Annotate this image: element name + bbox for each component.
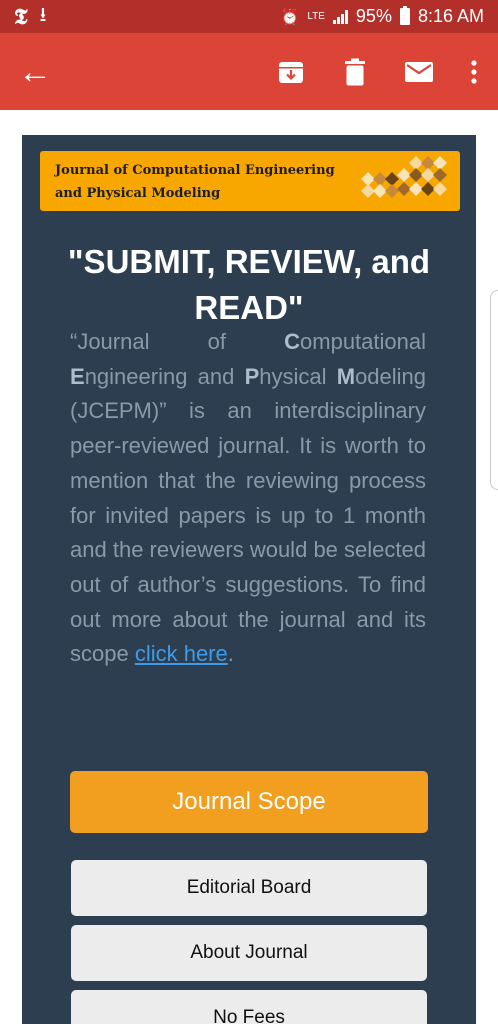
alarm-icon: ⏰ — [280, 8, 300, 26]
no-fees-button[interactable]: No Fees — [71, 990, 427, 1024]
clock: 8:16 AM — [417, 6, 484, 26]
signal-icon — [332, 9, 348, 24]
journal-description: “Journal of Computational Engineering an… — [70, 325, 426, 672]
body-text-2: omputational — [300, 329, 426, 354]
more-options-icon[interactable] — [468, 57, 480, 87]
mark-unread-icon[interactable] — [404, 57, 434, 87]
body-initial-c: C — [284, 329, 301, 354]
editorial-board-button[interactable]: Editorial Board — [71, 860, 427, 916]
journal-banner: Journal of Computational Engineering and… — [40, 151, 460, 211]
battery-icon — [399, 6, 410, 25]
archive-icon[interactable] — [276, 57, 306, 87]
body-text-3: ngineering and — [84, 363, 245, 389]
download-icon: ⭳ — [39, 3, 47, 26]
body-initial-e: E — [70, 363, 85, 389]
body-initial-p: P — [244, 363, 260, 389]
body-text-end: . — [227, 641, 234, 667]
headline: "SUBMIT, REVIEW, and READ" — [67, 243, 431, 326]
banner-diamond-pattern — [361, 156, 447, 198]
body-text-4: hysical — [259, 363, 337, 389]
delete-icon[interactable] — [340, 57, 370, 87]
body-text-5: odeling (JCEPM)” is an interdisciplinary… — [70, 363, 427, 667]
body-initial-m: M — [336, 363, 356, 389]
banner-title-line2: and Physical Modeling — [55, 186, 221, 201]
nyt-notification-icon: 𝕿 — [14, 3, 28, 30]
email-content: Journal of Computational Engineering and… — [22, 135, 476, 1024]
banner-title-line1: Journal of Computational Engineering — [55, 163, 335, 178]
click-here-link[interactable]: click here — [135, 641, 228, 666]
banner-title: Journal of Computational Engineering and… — [55, 159, 345, 205]
network-type: LTE — [307, 10, 325, 22]
edge-panel-handle[interactable] — [490, 290, 498, 490]
battery-percent: 95% — [355, 6, 392, 26]
body-text-1: “Journal of — [70, 329, 285, 354]
about-journal-button[interactable]: About Journal — [71, 925, 427, 981]
journal-scope-button[interactable]: Journal Scope — [70, 771, 428, 833]
app-bar: ← — [0, 33, 498, 110]
status-bar: 𝕿 ⭳ ⏰ LTE 95% 8:16 AM — [0, 0, 498, 33]
back-button[interactable]: ← — [18, 55, 58, 89]
